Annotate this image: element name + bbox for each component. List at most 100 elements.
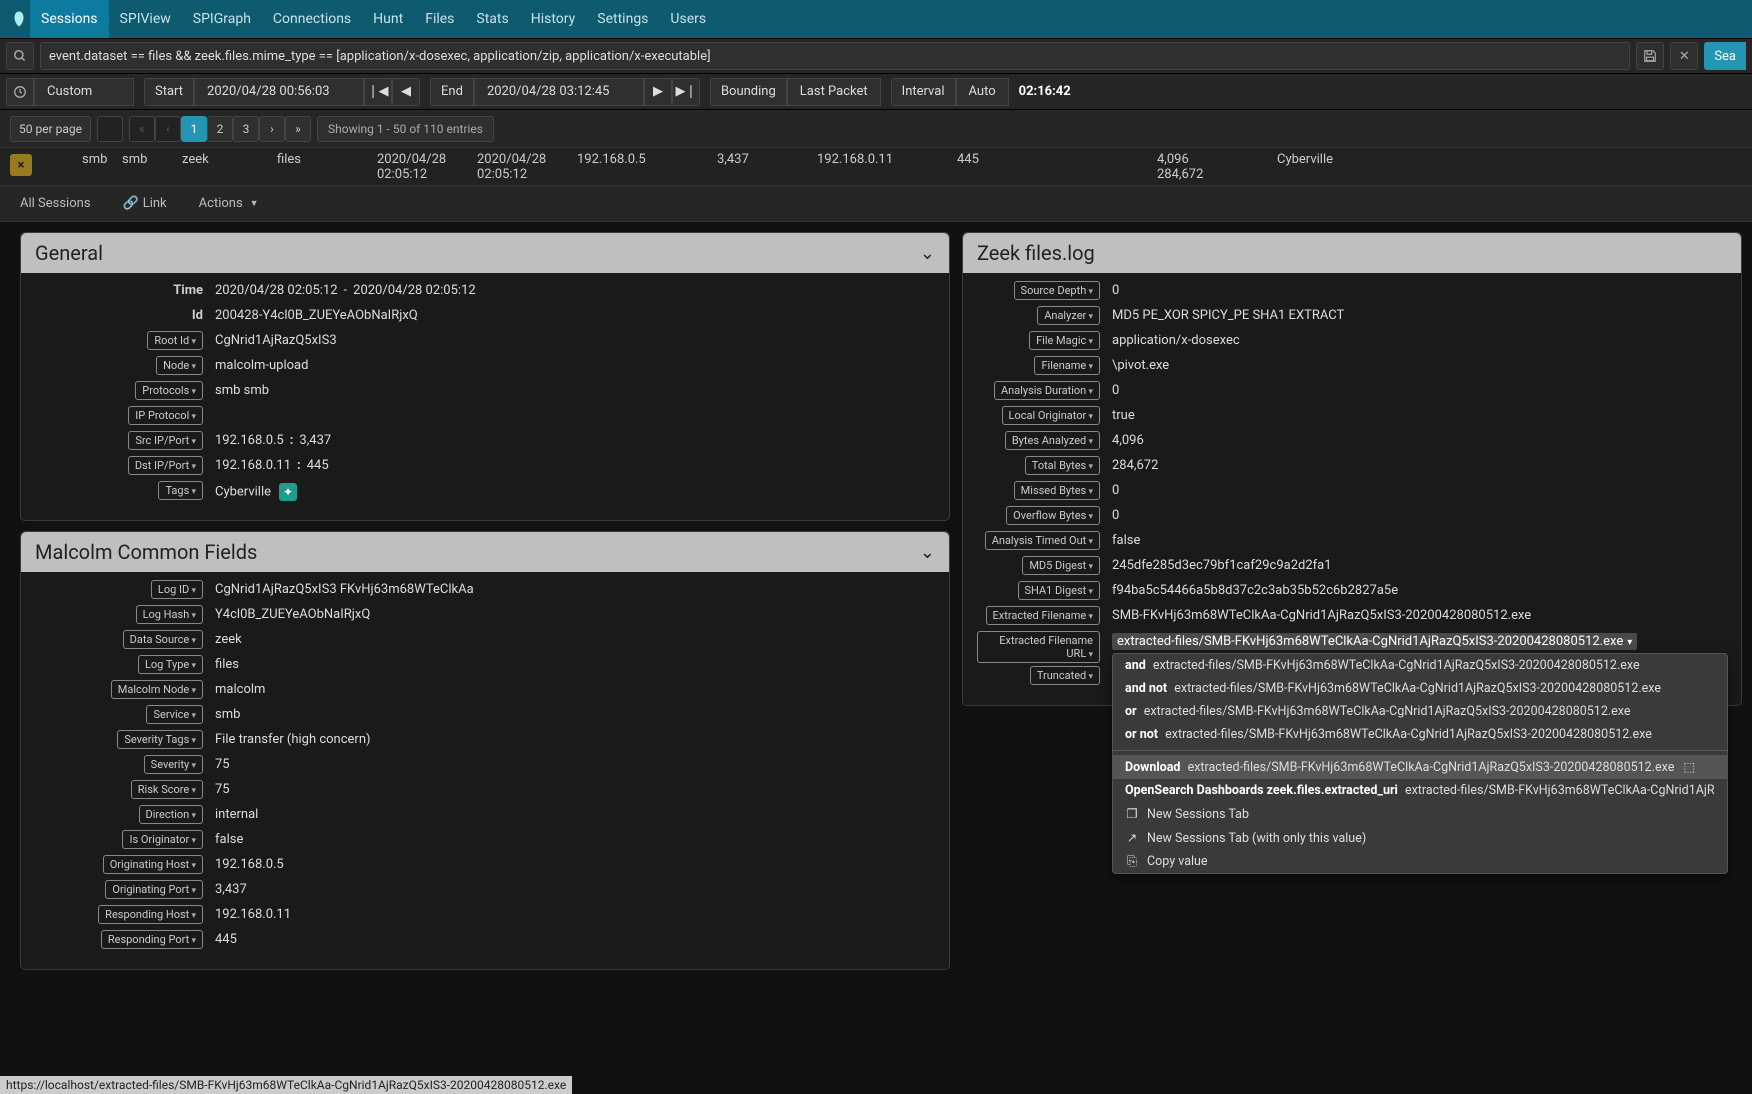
time-start-prev-icon[interactable]: ❘◀ (364, 78, 392, 106)
dd-new-tab-only[interactable]: ↗New Sessions Tab (with only this value) (1113, 826, 1727, 850)
time-range-select[interactable]: Custom (34, 78, 134, 106)
label-filename[interactable]: Filename (1034, 356, 1100, 375)
time-start-value[interactable]: 2020/04/28 00:56:03 (194, 78, 364, 106)
label-log id[interactable]: Log ID (151, 580, 203, 599)
label-responding port[interactable]: Responding Port (101, 930, 203, 949)
general-panel-header[interactable]: General ⌄ (21, 233, 949, 273)
subnav-link[interactable]: 🔗Link (123, 196, 167, 211)
close-row-button[interactable]: × (10, 154, 32, 176)
nav-spigraph[interactable]: SPIGraph (182, 0, 262, 38)
label-missed bytes[interactable]: Missed Bytes (1014, 481, 1100, 500)
tag-add-icon[interactable]: ✦ (279, 483, 297, 501)
nav-users[interactable]: Users (659, 0, 717, 38)
time-elapsed: 02:16:42 (1019, 84, 1071, 99)
label-malcolm node[interactable]: Malcolm Node (111, 680, 203, 699)
dd-andnot[interactable]: and not extracted-files/SMB-FKvHj63m68WT… (1113, 677, 1727, 700)
dd-download[interactable]: Download extracted-files/SMB-FKvHj63m68W… (1113, 755, 1727, 779)
label-analyzer[interactable]: Analyzer (1037, 306, 1100, 325)
time-interval-label[interactable]: Interval (891, 78, 956, 106)
search-icon[interactable] (6, 42, 34, 70)
time-bounding-value[interactable]: Last Packet (787, 78, 881, 106)
page-3[interactable]: 3 (233, 116, 259, 142)
nav-files[interactable]: Files (414, 0, 465, 38)
search-button[interactable]: Sea (1704, 42, 1746, 70)
page-refresh-icon[interactable] (97, 116, 123, 142)
label-responding host[interactable]: Responding Host (98, 905, 203, 924)
label-originating port[interactable]: Originating Port (105, 880, 203, 899)
label-total bytes[interactable]: Total Bytes (1025, 456, 1100, 475)
label-direction[interactable]: Direction (139, 805, 203, 824)
time-bounding-label[interactable]: Bounding (710, 78, 787, 106)
dropdown-caret-icon[interactable]: ▾ (1627, 637, 1632, 648)
time-start-label[interactable]: Start (144, 78, 194, 106)
save-query-icon[interactable] (1636, 42, 1664, 70)
value-extracted-url[interactable]: extracted-files/SMB-FKvHj63m68WTeClkAa-C… (1112, 633, 1637, 650)
dd-new-tab[interactable]: ❐New Sessions Tab (1113, 802, 1727, 826)
nav-sessions[interactable]: Sessions (30, 0, 109, 38)
label-log type[interactable]: Log Type (138, 655, 203, 674)
label-tags[interactable]: Tags (158, 481, 203, 500)
dd-copy-value[interactable]: ⎘Copy value (1113, 850, 1727, 873)
page-prev[interactable]: ‹ (155, 116, 181, 142)
label-log hash[interactable]: Log Hash (136, 605, 203, 624)
dd-or[interactable]: or extracted-files/SMB-FKvHj63m68WTeClkA… (1113, 700, 1727, 723)
time-end-prev-icon[interactable]: ▶ (644, 78, 672, 106)
nav-history[interactable]: History (520, 0, 587, 38)
label-dstipport[interactable]: Dst IP/Port (128, 456, 203, 475)
nav-settings[interactable]: Settings (586, 0, 659, 38)
page-2[interactable]: 2 (207, 116, 233, 142)
chevron-down-icon[interactable]: ⌄ (920, 243, 935, 264)
zeek-panel-header[interactable]: Zeek files.log (963, 233, 1741, 273)
label-srcipport[interactable]: Src IP/Port (128, 431, 203, 450)
label-overflow bytes[interactable]: Overflow Bytes (1006, 506, 1100, 525)
nav-connections[interactable]: Connections (262, 0, 362, 38)
subnav-actions[interactable]: Actions▼ (199, 196, 259, 211)
value-local originator: true (1112, 406, 1727, 423)
time-history-icon[interactable] (6, 78, 34, 106)
page-1[interactable]: 1 (181, 116, 207, 142)
page-first[interactable]: « (129, 116, 155, 142)
label-node[interactable]: Node (156, 356, 203, 375)
value-time: 2020/04/28 02:05:12-2020/04/28 02:05:12 (215, 281, 935, 298)
search-input[interactable] (40, 42, 1630, 70)
label-rootid[interactable]: Root Id (147, 331, 203, 350)
nav-hunt[interactable]: Hunt (362, 0, 414, 38)
label-analysis timed out[interactable]: Analysis Timed Out (985, 531, 1100, 550)
label-data source[interactable]: Data Source (123, 630, 203, 649)
label-truncated[interactable]: Truncated (1030, 666, 1100, 685)
label-analysis duration[interactable]: Analysis Duration (994, 381, 1100, 400)
label-file magic[interactable]: File Magic (1029, 331, 1100, 350)
malcolm-panel-header[interactable]: Malcolm Common Fields ⌄ (21, 532, 949, 572)
label-severity tags[interactable]: Severity Tags (117, 730, 203, 749)
clear-query-icon[interactable]: ✕ (1670, 42, 1698, 70)
chevron-down-icon[interactable]: ⌄ (920, 542, 935, 563)
label-source depth[interactable]: Source Depth (1014, 281, 1100, 300)
label-sha1 digest[interactable]: SHA1 Digest (1018, 581, 1101, 600)
label-risk score[interactable]: Risk Score (131, 780, 203, 799)
label-originating host[interactable]: Originating Host (103, 855, 203, 874)
nav-spiview[interactable]: SPIView (109, 0, 182, 38)
dd-ornot[interactable]: or not extracted-files/SMB-FKvHj63m68WTe… (1113, 723, 1727, 746)
label-local originator[interactable]: Local Originator (1002, 406, 1100, 425)
page-last[interactable]: » (285, 116, 311, 142)
dd-opensearch[interactable]: OpenSearch Dashboards zeek.files.extract… (1113, 779, 1727, 802)
per-page-select[interactable]: 50 per page (10, 116, 91, 142)
dd-and[interactable]: and extracted-files/SMB-FKvHj63m68WTeClk… (1113, 654, 1727, 677)
label-md5 digest[interactable]: MD5 Digest (1022, 556, 1100, 575)
page-next[interactable]: › (259, 116, 285, 142)
nav-stats[interactable]: Stats (465, 0, 519, 38)
time-start-next-icon[interactable]: ◀ (392, 78, 420, 106)
subnav-all-sessions[interactable]: All Sessions (20, 196, 91, 211)
label-protocols[interactable]: Protocols (135, 381, 203, 400)
label-ipproto[interactable]: IP Protocol (128, 406, 203, 425)
label-extracted filename[interactable]: Extracted Filename (986, 606, 1100, 625)
time-end-value[interactable]: 2020/04/28 03:12:45 (474, 78, 644, 106)
label-bytes analyzed[interactable]: Bytes Analyzed (1005, 431, 1100, 450)
label-extracted-url[interactable]: Extracted Filename URL (977, 631, 1100, 663)
time-end-label[interactable]: End (430, 78, 474, 106)
label-service[interactable]: Service (146, 705, 203, 724)
time-interval-value[interactable]: Auto (956, 78, 1009, 106)
label-severity[interactable]: Severity (144, 755, 203, 774)
time-end-last-icon[interactable]: ▶❘ (672, 78, 700, 106)
label-is originator[interactable]: Is Originator (122, 830, 203, 849)
